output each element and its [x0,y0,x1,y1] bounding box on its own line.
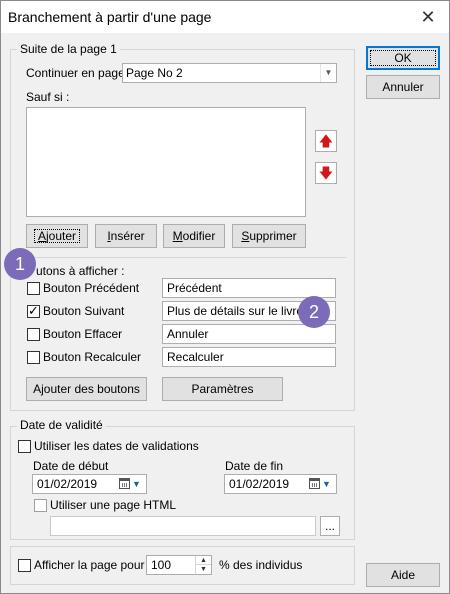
arrow-up-icon[interactable]: 🡅 [315,130,337,152]
continue-label: Continuer en page [26,66,125,80]
display-page-label: Afficher la page pour [34,558,145,572]
use-html-label: Utiliser une page HTML [50,498,177,512]
browse-button[interactable]: ... [320,516,340,536]
chevron-down-icon[interactable]: ▼ [196,565,211,574]
help-button[interactable]: Aide [366,563,440,587]
label-next: Bouton Suivant [43,304,125,318]
end-date-input[interactable]: 01/02/2019 ▼ [224,474,337,494]
start-date-input[interactable]: 01/02/2019 ▼ [32,474,147,494]
start-date-picker[interactable]: ▼ [119,477,143,491]
checkbox-clear[interactable] [27,328,40,341]
start-date-label: Date de début [33,459,109,473]
checkbox-display-page[interactable] [18,559,31,572]
stepper-controls[interactable]: ▲ ▼ [195,556,211,574]
use-dates-label: Utiliser les dates de validations [34,439,199,453]
label-recalc: Bouton Recalculer [43,350,142,364]
label-clear: Bouton Effacer [43,327,123,341]
delete-button[interactable]: Supprimer [232,224,306,248]
add-buttons-button[interactable]: Ajouter des boutons [26,377,147,401]
continue-page-select[interactable]: Page No 2 ▼ [122,63,337,83]
display-page-suffix: % des individus [219,558,303,572]
continue-page-value: Page No 2 [126,66,183,80]
title-bar: Branchement à partir d'une page ✕ [1,1,449,33]
arrow-down-icon[interactable]: 🡇 [315,162,337,184]
validity-legend: Date de validité [17,418,106,432]
cancel-button[interactable]: Annuler [366,75,440,99]
annotation-badge-1: 1 [4,248,36,280]
html-path-input[interactable] [50,516,316,536]
percent-stepper[interactable]: 100 ▲ ▼ [146,555,212,575]
add-button[interactable]: Ajouter [26,224,88,248]
end-date-label: Date de fin [225,459,284,473]
insert-button[interactable]: Insérer [95,224,157,248]
text-previous[interactable]: Précédent [162,278,336,298]
end-date-picker[interactable]: ▼ [309,477,333,491]
modify-button[interactable]: Modifier [163,224,225,248]
calendar-icon [119,478,130,489]
chevron-down-icon: ▼ [132,479,141,489]
chevron-down-icon: ▼ [322,479,331,489]
dialog-window: Branchement à partir d'une page ✕ OK Ann… [0,0,450,594]
window-title: Branchement à partir d'une page [8,9,212,25]
except-label: Sauf si : [26,90,70,104]
ok-button[interactable]: OK [366,46,440,70]
close-icon[interactable]: ✕ [417,6,439,28]
annotation-badge-2: 2 [298,296,330,328]
checkbox-use-dates[interactable] [18,440,31,453]
buttons-section-label: utons à afficher : [36,264,125,278]
calendar-icon [309,478,320,489]
checkbox-use-html[interactable] [34,499,47,512]
chevron-up-icon[interactable]: ▲ [196,556,211,565]
checkbox-recalc[interactable] [27,351,40,364]
chevron-down-icon[interactable]: ▼ [320,64,336,82]
parameters-button[interactable]: Paramètres [162,377,283,401]
separator [24,257,346,258]
label-previous: Bouton Précédent [43,281,140,295]
page-continuation-legend: Suite de la page 1 [17,42,120,56]
checkbox-previous[interactable] [27,282,40,295]
conditions-list[interactable] [26,107,306,217]
text-recalc[interactable]: Recalculer [162,347,336,367]
checkbox-next[interactable]: ✓ [27,303,40,318]
